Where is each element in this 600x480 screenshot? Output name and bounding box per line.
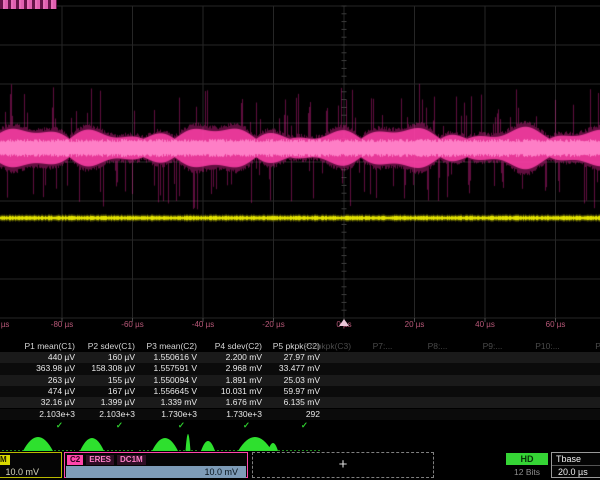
histicon-peak: [23, 437, 53, 451]
c2-descriptor[interactable]: C2 ERES DC1M 10.0 mV: [64, 452, 248, 478]
histicon-peak: [238, 437, 272, 451]
histicon-peak: [201, 441, 215, 451]
c2-channel-badge: C2: [67, 455, 83, 465]
hd-mode-badge[interactable]: HD: [506, 453, 548, 465]
c1-descriptor[interactable]: DC1M 10.0 mV: [0, 452, 62, 478]
oscilloscope-screen: -100 µs-80 µs-60 µs-40 µs-20 µs0 µs20 µs…: [0, 0, 600, 480]
histicon-peak: [152, 438, 178, 451]
c1-coupling-badge: DC1M: [0, 455, 10, 465]
timebase-label: Tbase: [552, 453, 600, 466]
c2-coupling-badge: DC1M: [117, 455, 146, 465]
histicon-peak: [80, 438, 104, 451]
c1-scale-value: 10.0 mV: [0, 466, 61, 478]
histicon-peak: [186, 434, 191, 451]
plus-icon: +: [339, 456, 348, 473]
histicon-peak: [268, 443, 278, 451]
timebase-descriptor[interactable]: Tbase 20.0 µs: [551, 452, 600, 478]
c2-eres-badge: ERES: [86, 455, 114, 465]
c2-scale-value: 10.0 mV: [66, 466, 246, 478]
add-trace-button[interactable]: +: [252, 452, 434, 478]
histicon-strip[interactable]: [0, 0, 600, 480]
hd-bits-label: 12 Bits: [502, 467, 552, 477]
timebase-value: 20.0 µs: [552, 466, 600, 477]
